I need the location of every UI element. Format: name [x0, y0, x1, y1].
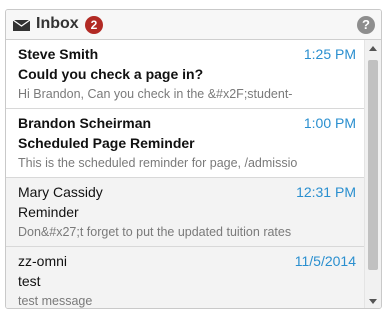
unread-count-badge: 2 — [85, 16, 103, 34]
inbox-title: Inbox — [36, 15, 79, 32]
message-item[interactable]: zz-omni 11/5/2014 test test message — [6, 247, 366, 308]
message-subject: Reminder — [18, 204, 79, 220]
message-preview: This is the scheduled reminder for page,… — [18, 156, 298, 170]
message-sender: Mary Cassidy — [18, 184, 103, 200]
message-time: 1:25 PM — [303, 46, 356, 62]
message-sender: zz-omni — [18, 253, 68, 269]
message-item[interactable]: Brandon Scheirman 1:00 PM Scheduled Page… — [6, 109, 366, 178]
message-preview: test message — [18, 294, 93, 308]
message-time: 11/5/2014 — [294, 253, 356, 269]
message-sender: Steve Smith — [18, 46, 99, 62]
message-subject: Could you check a page in? — [18, 66, 204, 82]
message-item[interactable]: Mary Cassidy 12:31 PM Reminder Don&#x27;… — [6, 178, 366, 247]
message-preview: Hi Brandon, Can you check in the &#x2F;s… — [18, 87, 293, 101]
message-preview: Don&#x27;t forget to put the updated tui… — [18, 225, 292, 239]
message-time: 12:31 PM — [296, 184, 356, 200]
message-sender: Brandon Scheirman — [18, 115, 152, 131]
envelope-icon — [13, 20, 30, 31]
inbox-header: Inbox 2 ? — [6, 10, 381, 40]
message-subject: test — [18, 273, 41, 289]
scroll-up-arrow-icon[interactable] — [369, 46, 377, 51]
inbox-widget: Inbox 2 ? Steve Smith 1:25 PM Could you … — [5, 9, 382, 309]
message-time: 1:00 PM — [303, 115, 356, 131]
vertical-scrollbar[interactable] — [364, 40, 381, 308]
message-item[interactable]: Steve Smith 1:25 PM Could you check a pa… — [6, 40, 366, 109]
message-list: Steve Smith 1:25 PM Could you check a pa… — [6, 40, 366, 308]
message-subject: Scheduled Page Reminder — [18, 135, 195, 151]
scroll-down-arrow-icon[interactable] — [369, 299, 377, 304]
scrollbar-thumb[interactable] — [368, 60, 378, 270]
help-icon[interactable]: ? — [357, 16, 375, 34]
